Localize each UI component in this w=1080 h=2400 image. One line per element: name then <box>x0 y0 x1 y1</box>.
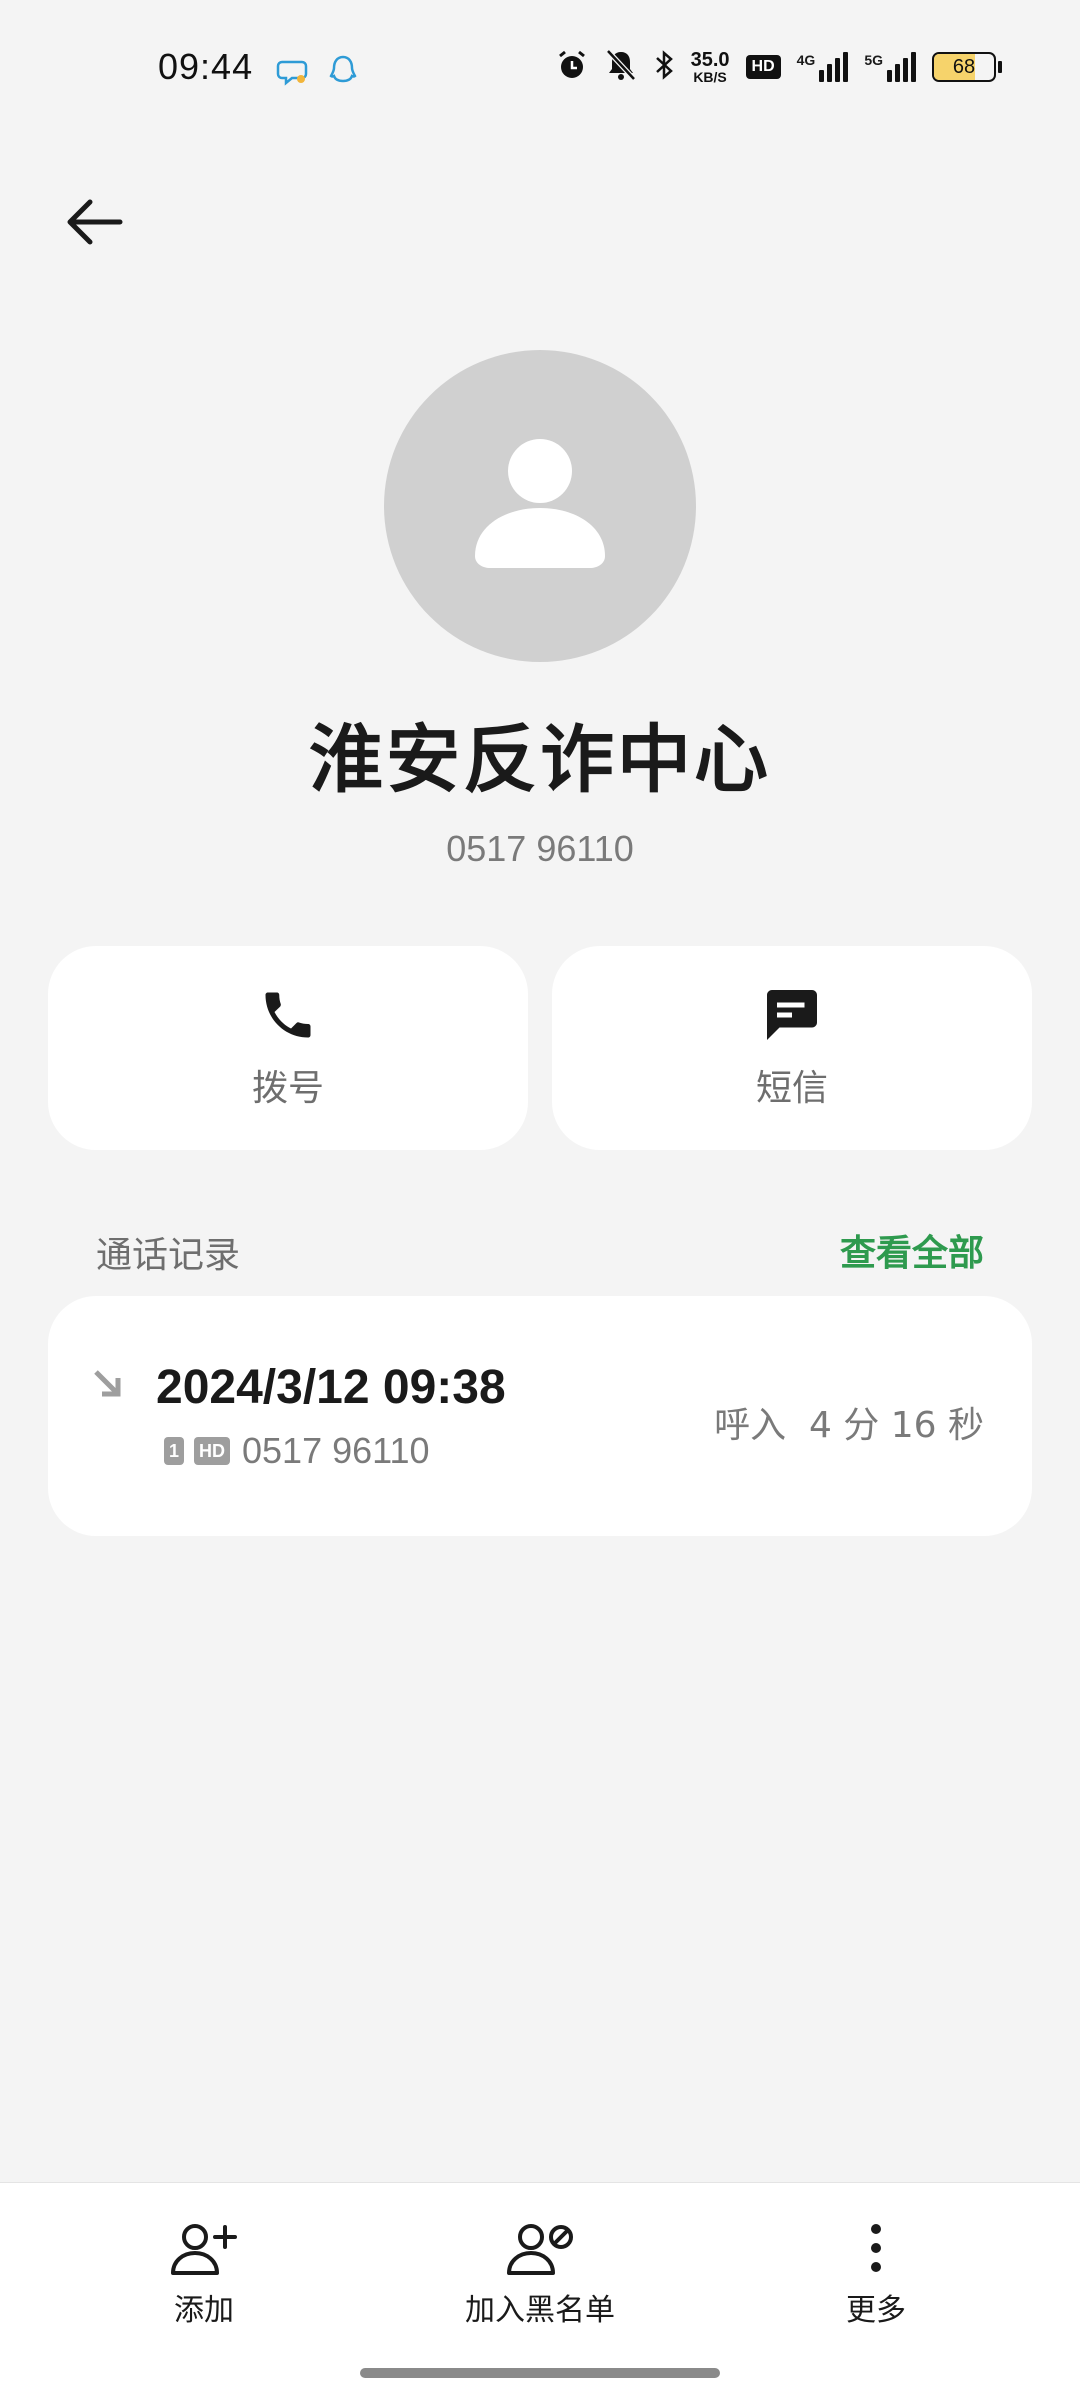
battery-level: 68 <box>952 55 976 78</box>
sim1-icon: 1 <box>164 1437 185 1465</box>
add-contact-button[interactable]: 添加 <box>54 2219 354 2329</box>
more-label: 更多 <box>846 2293 906 2328</box>
sim2-signal: 5G <box>864 52 916 82</box>
sim2-network-type: 5G <box>864 52 883 68</box>
more-button[interactable]: 更多 <box>726 2219 1026 2329</box>
call-status: 呼入 4 分 16 秒 <box>714 1405 984 1446</box>
add-label: 添加 <box>174 2293 234 2328</box>
block-person-icon <box>507 2224 573 2275</box>
status-app-icons <box>276 54 358 92</box>
back-button[interactable] <box>60 192 132 252</box>
call-log-entry[interactable]: 2024/3/12 09:38 1 HD 0517 96110 呼入 4 分 1… <box>48 1296 1032 1536</box>
network-speed-unit: KB/S <box>693 69 727 85</box>
block-label: 加入黑名单 <box>465 2293 615 2328</box>
back-arrow-icon <box>67 199 123 245</box>
sms-button[interactable]: 短信 <box>552 946 1032 1150</box>
phone-icon <box>265 992 311 1038</box>
status-right-icons: 35.0 KB/S HD 4G 5G 68 <box>555 48 1002 86</box>
network-speed-value: 35.0 <box>690 49 730 71</box>
status-bar: 09:44 35.0 KB/S HD 4G 5G 68 <box>0 0 1080 140</box>
call-button[interactable]: 拨号 <box>48 946 528 1150</box>
sms-label: 短信 <box>755 1068 828 1109</box>
call-datetime: 2024/3/12 09:38 <box>156 1361 506 1414</box>
battery-icon: 68 <box>932 52 1002 82</box>
contact-name: 淮安反诈中心 <box>309 717 771 803</box>
view-all-link[interactable]: 查看全部 <box>840 1224 984 1276</box>
more-vertical-icon <box>871 2224 881 2272</box>
add-person-icon <box>171 2224 237 2275</box>
person-icon <box>475 439 605 568</box>
status-time: 09:44 <box>158 46 254 87</box>
mute-bell-icon <box>605 48 637 86</box>
call-details: 1 HD 0517 96110 <box>164 1430 430 1472</box>
sim1-network-type: 4G <box>796 52 816 68</box>
hd-call-icon: HD <box>194 1437 231 1465</box>
signal-icon <box>819 52 849 82</box>
contact-number: 0517 96110 <box>446 828 634 869</box>
home-indicator[interactable] <box>360 2368 720 2378</box>
qq-app-icon <box>328 54 358 92</box>
contact-avatar <box>384 350 696 662</box>
sim1-signal: 4G <box>797 52 849 82</box>
signal-icon <box>887 52 916 82</box>
message-icon <box>767 990 817 1040</box>
incoming-call-icon <box>88 1364 128 1408</box>
block-number-button[interactable]: 加入黑名单 <box>390 2219 690 2329</box>
call-number: 0517 96110 <box>242 1430 430 1471</box>
chat-app-icon <box>276 54 310 92</box>
call-log-title: 通话记录 <box>96 1235 241 1276</box>
call-label: 拨号 <box>251 1068 324 1109</box>
alarm-icon <box>555 48 589 86</box>
bluetooth-icon <box>653 48 675 86</box>
network-speed: 35.0 KB/S <box>691 50 730 84</box>
hd-icon: HD <box>745 55 781 79</box>
